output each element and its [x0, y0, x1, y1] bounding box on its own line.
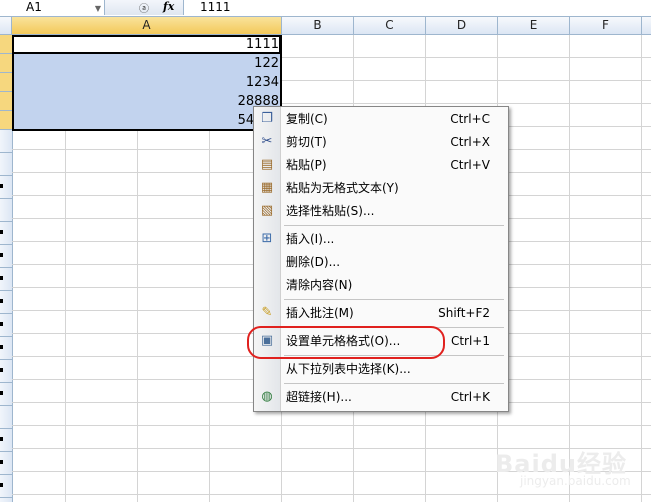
row-header[interactable] [0, 245, 12, 268]
paste-special-icon: ▧ [260, 203, 274, 218]
cut-icon: ✂ [261, 134, 273, 149]
row-header[interactable] [0, 35, 12, 54]
row-header[interactable] [0, 383, 12, 406]
formula-tools: ⓐ fx [105, 0, 184, 15]
menu-item-cut[interactable]: ✂ 剪切(T) Ctrl+X [254, 131, 508, 153]
row-header[interactable] [0, 153, 12, 176]
row-header[interactable] [0, 54, 12, 73]
row-header[interactable] [0, 92, 12, 111]
menu-item-paste[interactable]: ▤ 粘贴(P) Ctrl+V [254, 154, 508, 176]
row-header[interactable] [0, 73, 12, 92]
menu-item-label: 选择性粘贴(S)... [286, 204, 375, 218]
row-header[interactable] [0, 360, 12, 383]
menu-item-clear-contents[interactable]: 清除内容(N) [254, 274, 508, 296]
row-header[interactable] [0, 406, 12, 429]
insert-icon: ⊞ [261, 231, 273, 246]
cell-a3[interactable]: 1234 [246, 74, 279, 92]
row-header[interactable] [0, 337, 12, 360]
row-header[interactable] [0, 176, 12, 199]
menu-item-label: 从下拉列表中选择(K)... [286, 362, 411, 376]
insert-function-icon[interactable]: ⓐ [139, 0, 149, 15]
row-header[interactable] [0, 130, 12, 153]
menu-item-shortcut: Ctrl+K [450, 390, 490, 404]
fx-icon[interactable]: fx [163, 0, 174, 13]
menu-item-shortcut: Ctrl+1 [450, 334, 490, 348]
menu-item-label: 超链接(H)... [286, 390, 352, 404]
column-header-b[interactable]: B [282, 17, 354, 34]
row-header[interactable] [0, 199, 12, 222]
name-box[interactable]: A1 ▼ [0, 0, 105, 15]
menu-item-label: 粘贴(P) [286, 158, 327, 172]
name-box-value: A1 [26, 0, 42, 14]
menu-item-paste-special[interactable]: ▧ 选择性粘贴(S)... [254, 200, 508, 222]
column-header-row: A B C D E F [0, 17, 651, 35]
menu-item-label: 删除(D)... [286, 255, 341, 269]
menu-item-label: 插入(I)... [286, 232, 335, 246]
menu-item-copy[interactable]: ❐ 复制(C) Ctrl+C [254, 108, 508, 130]
menu-separator [284, 299, 504, 300]
comment-icon: ✎ [261, 305, 273, 320]
row-header[interactable] [0, 429, 12, 452]
row-header[interactable] [0, 111, 12, 130]
menu-item-insert[interactable]: ⊞ 插入(I)... [254, 228, 508, 250]
copy-icon: ❐ [261, 111, 273, 126]
formula-bar: A1 ▼ ⓐ fx 1111 [0, 0, 651, 17]
menu-item-label: 插入批注(M) [286, 306, 354, 320]
column-header-d[interactable]: D [426, 17, 498, 34]
cell-a1[interactable]: 1111 [246, 36, 279, 54]
row-header[interactable] [0, 291, 12, 314]
menu-item-label: 复制(C) [286, 112, 328, 126]
paste-plain-icon: ▦ [260, 180, 274, 195]
chevron-down-icon[interactable]: ▼ [95, 4, 101, 13]
row-header[interactable] [0, 222, 12, 245]
menu-item-insert-comment[interactable]: ✎ 插入批注(M) Shift+F2 [254, 302, 508, 324]
menu-item-label: 清除内容(N) [286, 278, 353, 292]
menu-separator [284, 383, 504, 384]
watermark-url: jingyan.baidu.com [520, 474, 631, 488]
context-menu: ❐ 复制(C) Ctrl+C ✂ 剪切(T) Ctrl+X ▤ 粘贴(P) Ct… [253, 106, 509, 412]
menu-separator [284, 225, 504, 226]
menu-item-label: 粘贴为无格式文本(Y) [286, 181, 399, 195]
menu-item-shortcut: Ctrl+V [450, 158, 490, 172]
menu-item-hyperlink[interactable]: ◍ 超链接(H)... Ctrl+K [254, 386, 508, 408]
menu-item-pick-from-list[interactable]: 从下拉列表中选择(K)... [254, 358, 508, 380]
menu-item-paste-plain[interactable]: ▦ 粘贴为无格式文本(Y) [254, 177, 508, 199]
select-all-corner[interactable] [0, 17, 12, 34]
column-header-e[interactable]: E [498, 17, 570, 34]
menu-item-shortcut: Ctrl+C [450, 112, 490, 126]
menu-item-label: 剪切(T) [286, 135, 327, 149]
paste-icon: ▤ [260, 157, 274, 172]
column-header-a[interactable]: A [12, 17, 282, 34]
menu-item-shortcut: Ctrl+X [450, 135, 490, 149]
row-header[interactable] [0, 314, 12, 337]
hyperlink-icon: ◍ [261, 389, 273, 404]
menu-item-delete[interactable]: 删除(D)... [254, 251, 508, 273]
highlight-ring [247, 326, 445, 359]
formula-input[interactable]: 1111 [200, 0, 231, 15]
cell-a2[interactable]: 122 [254, 55, 279, 73]
row-header[interactable] [0, 452, 12, 475]
row-header[interactable] [0, 268, 12, 291]
column-header-partial[interactable] [642, 17, 651, 34]
column-header-c[interactable]: C [354, 17, 426, 34]
row-header[interactable] [0, 475, 12, 498]
column-header-f[interactable]: F [570, 17, 642, 34]
menu-item-shortcut: Shift+F2 [438, 306, 490, 320]
